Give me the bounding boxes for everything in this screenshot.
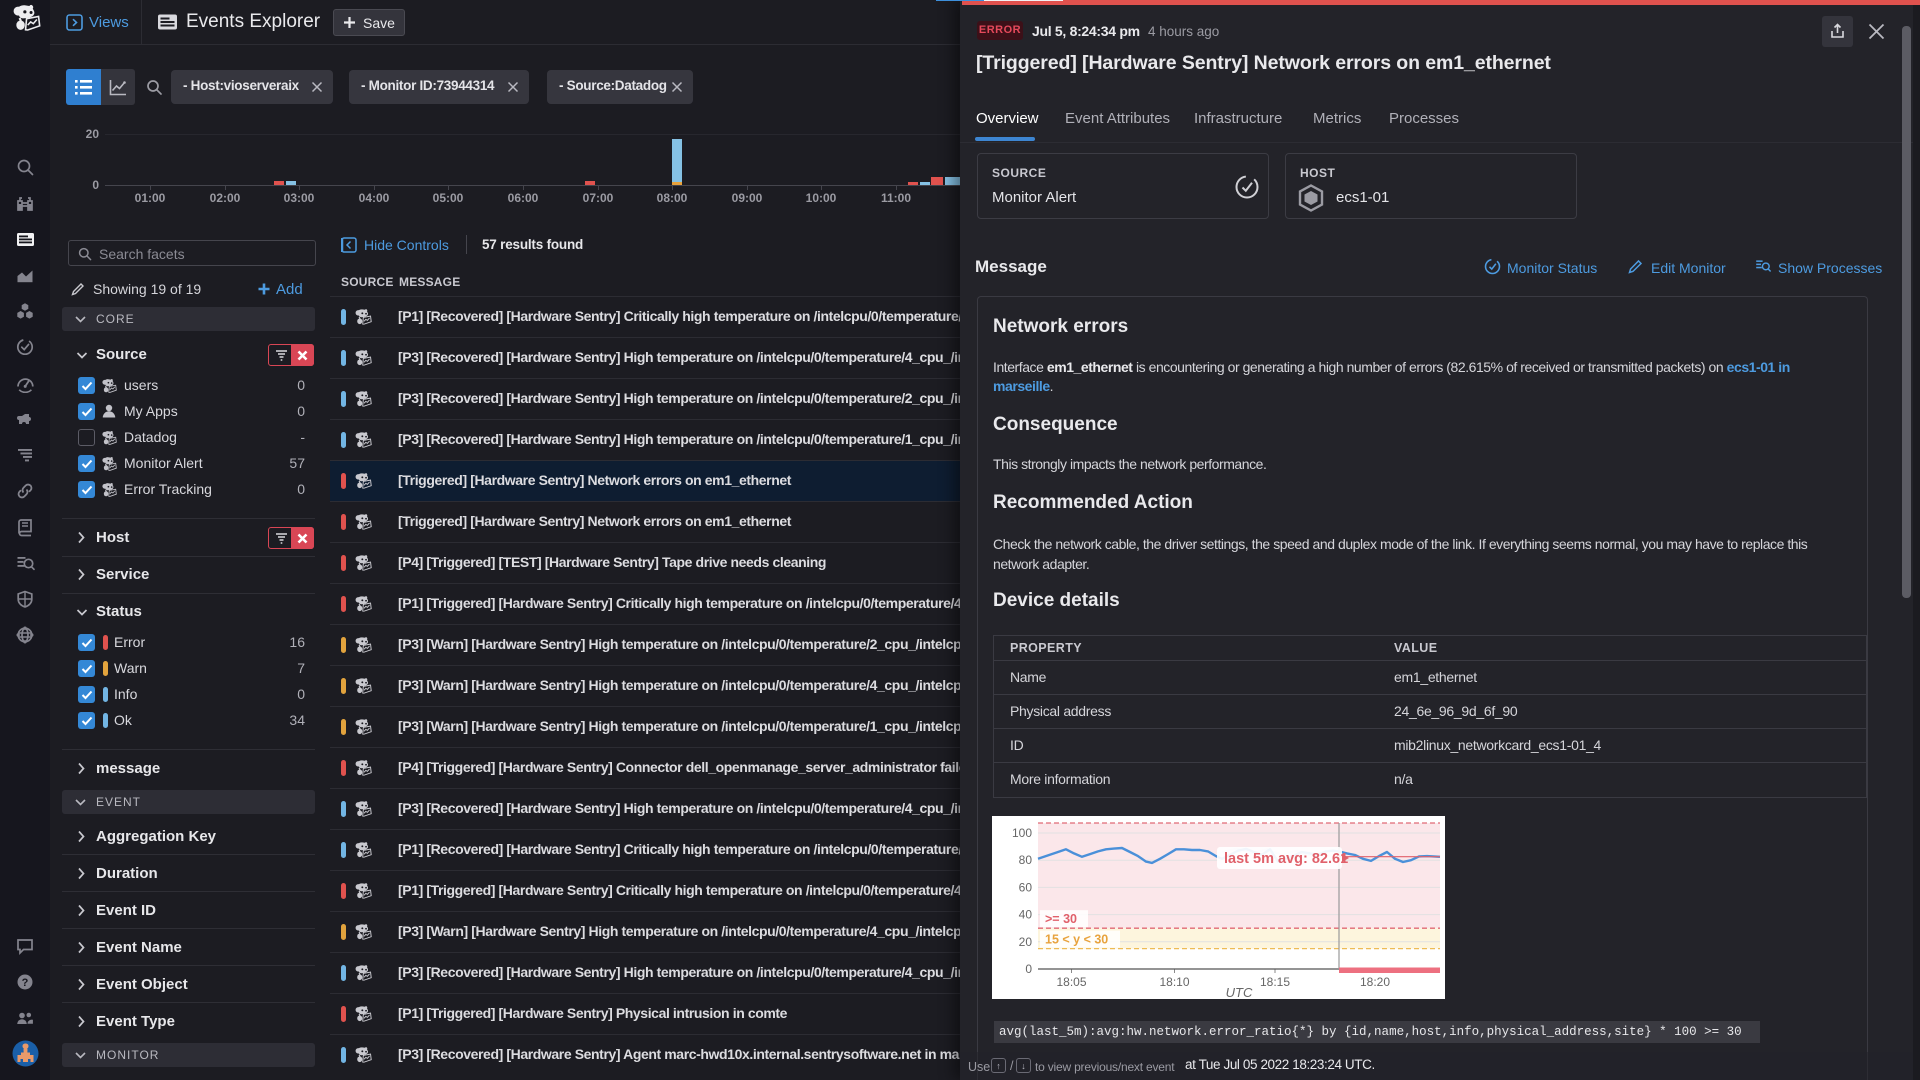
svg-text:20: 20 bbox=[1019, 935, 1033, 949]
svg-text:100: 100 bbox=[1012, 826, 1032, 840]
svg-text:18:10: 18:10 bbox=[1159, 975, 1189, 989]
svg-text:>= 30: >= 30 bbox=[1045, 912, 1077, 926]
svg-text:18:20: 18:20 bbox=[1360, 975, 1390, 989]
svg-text:40: 40 bbox=[1019, 908, 1033, 922]
svg-text:last 5m avg: 82.61: last 5m avg: 82.61 bbox=[1224, 851, 1348, 867]
svg-text:80: 80 bbox=[1019, 853, 1033, 867]
svg-text:0: 0 bbox=[1025, 962, 1032, 976]
svg-text:18:15: 18:15 bbox=[1260, 975, 1290, 989]
svg-text:60: 60 bbox=[1019, 880, 1033, 894]
svg-text:?: ? bbox=[22, 977, 29, 989]
svg-text:UTC: UTC bbox=[1226, 985, 1253, 999]
svg-text:18:05: 18:05 bbox=[1056, 975, 1086, 989]
svg-text:15 < y < 30: 15 < y < 30 bbox=[1045, 933, 1108, 947]
